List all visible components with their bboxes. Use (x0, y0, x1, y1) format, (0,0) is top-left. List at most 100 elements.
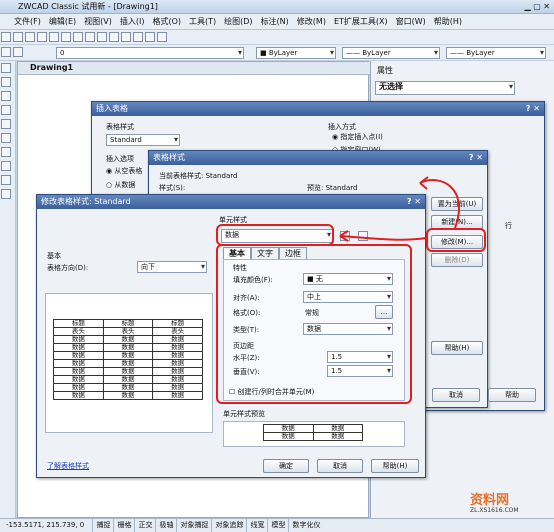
properties-icon[interactable] (145, 32, 155, 42)
status-toggle-2[interactable]: 正交 (134, 519, 155, 532)
cut-icon[interactable] (49, 32, 59, 42)
basic-tab-highlight (216, 244, 412, 404)
insert-options-label: 插入选项 (106, 155, 134, 163)
insert-table-title-bar: 插入表格? ✕ (92, 102, 544, 116)
line-icon[interactable] (1, 63, 11, 73)
insert-help-button[interactable]: 帮助 (488, 388, 536, 402)
row-suffix: 行 (505, 222, 512, 230)
cell-preview-label: 单元样式预览 (223, 410, 265, 418)
cell-preview-cell: 数据 (312, 432, 363, 441)
table-style-select[interactable]: Standard (106, 134, 180, 146)
properties-title: 属性 (377, 66, 393, 75)
hatch-icon[interactable] (1, 161, 11, 171)
lineweight-select[interactable]: —— ByLayer (446, 47, 546, 59)
menu-bar: 文件(F) 编辑(E) 视图(V) 插入(I) 格式(O) 工具(T) 绘图(D) 标注(N)… (0, 14, 554, 30)
text-icon[interactable] (1, 189, 11, 199)
menu-item-2[interactable]: 视图(V) (84, 16, 112, 27)
app-title: ZWCAD Classic 试用新 - [Drawing1] (18, 2, 158, 11)
paste-icon[interactable] (73, 32, 83, 42)
menu-item-0[interactable]: 文件(F) (14, 16, 41, 27)
standard-toolbar (0, 30, 554, 45)
preview-cell: 数据 (53, 391, 104, 400)
status-toggle-4[interactable]: 对象捕捉 (176, 519, 211, 532)
menu-item-1[interactable]: 编辑(E) (49, 16, 76, 27)
method-insert-point[interactable]: ◉ 指定插入点(I) (332, 132, 383, 142)
table-icon[interactable] (1, 175, 11, 185)
direction-label: 表格方向(D): (47, 264, 89, 272)
polyline-icon[interactable] (1, 77, 11, 87)
polygon-icon[interactable] (1, 133, 11, 143)
arc-icon[interactable] (1, 105, 11, 115)
cell-preview-table: 数据 数据 数据 数据 (263, 424, 363, 441)
table-style-help-button[interactable]: 帮助(H) (431, 341, 483, 355)
menu-item-7[interactable]: 标注(N) (261, 16, 289, 27)
copy-icon[interactable] (61, 32, 71, 42)
doc-tab[interactable]: Drawing1 (18, 62, 370, 75)
status-toggle-1[interactable]: 栅格 (113, 519, 134, 532)
app-title-bar: ZWCAD Classic 试用新 - [Drawing1] ▁ ▢ ✕ (0, 0, 554, 14)
cancel-button[interactable]: 取消 (317, 459, 363, 473)
rectangle-icon[interactable] (1, 119, 11, 129)
help-icon[interactable] (157, 32, 167, 42)
menu-item-9[interactable]: ET扩展工具(X) (334, 16, 388, 27)
insert-cancel-button[interactable]: 取消 (432, 388, 480, 402)
status-toggle-0[interactable]: 捕捉 (92, 519, 113, 532)
layer-state-icon[interactable] (13, 47, 23, 57)
styles-label: 样式(S): (159, 184, 186, 192)
zoom-window-icon[interactable] (133, 32, 143, 42)
color-select[interactable]: ■ ByLayer (256, 47, 336, 59)
help-button[interactable]: 帮助(H) (371, 459, 419, 473)
print-icon[interactable] (37, 32, 47, 42)
ok-button[interactable]: 确定 (263, 459, 309, 473)
open-icon[interactable] (13, 32, 23, 42)
save-icon[interactable] (25, 32, 35, 42)
cell-preview-cell: 数据 (263, 432, 314, 441)
annotation-arrows (339, 176, 460, 242)
table-preview: 标题 标题 标题 表头 表头 表头 数据 数据 数据 数据 数据 数据 数据 数据 数据 数据 数据 数据 数据 数据… (53, 319, 203, 400)
zoom-icon[interactable] (121, 32, 131, 42)
pan-icon[interactable] (109, 32, 119, 42)
coordinates: -153.5171, 215.739, 0 (6, 521, 85, 529)
linetype-select[interactable]: —— ByLayer (342, 47, 440, 59)
status-toggle-6[interactable]: 线宽 (246, 519, 267, 532)
menu-item-3[interactable]: 插入(I) (120, 16, 145, 27)
layer-select[interactable]: 0 (56, 47, 244, 59)
new-icon[interactable] (1, 32, 11, 42)
layer-toolbar: 0 ■ ByLayer —— ByLayer —— ByLayer (0, 45, 554, 61)
direction-select[interactable]: 向下 (137, 261, 207, 273)
menu-item-11[interactable]: 帮助(H) (434, 16, 462, 27)
table-style-title-bar: 表格样式? ✕ (149, 151, 487, 165)
option-empty-table[interactable]: ◉ 从空表格 (106, 166, 142, 176)
learn-table-style-link[interactable]: 了解表格样式 (47, 461, 89, 471)
current-style-label: 当前表格样式: Standard (159, 172, 238, 180)
basic-label: 基本 (47, 252, 61, 260)
redo-icon[interactable] (97, 32, 107, 42)
menu-item-10[interactable]: 窗口(W) (396, 16, 426, 27)
draw-toolbar (0, 61, 16, 518)
preview-cell: 数据 (152, 391, 203, 400)
watermark-logo: 资料网 ZL.XS1616.COM (470, 494, 554, 518)
option-from-data[interactable]: ○ 从数据 (106, 180, 135, 190)
table-style-label: 表格样式 (106, 123, 134, 131)
status-toggle-5[interactable]: 对象追踪 (211, 519, 246, 532)
menu-item-5[interactable]: 工具(T) (189, 16, 216, 27)
cell-style-highlight (216, 224, 334, 246)
delete-style-button[interactable]: 删除(D) (431, 253, 483, 267)
window-controls[interactable]: ▁ ▢ ✕ (525, 0, 551, 14)
status-bar: -153.5171, 215.739, 0 捕捉 栅格 正交 极轴 对象捕捉 对象追踪 线宽… (0, 518, 554, 532)
menu-item-6[interactable]: 绘图(D) (224, 16, 252, 27)
undo-icon[interactable] (85, 32, 95, 42)
preview-cell: 数据 (102, 391, 154, 400)
layer-manager-icon[interactable] (1, 47, 11, 57)
menu-item-4[interactable]: 格式(O) (152, 16, 181, 27)
watermark-text: 资料网 (470, 493, 510, 508)
ellipse-icon[interactable] (1, 147, 11, 157)
watermark-url: ZL.XS1616.COM (470, 507, 519, 514)
status-toggle-3[interactable]: 极轴 (155, 519, 176, 532)
status-toggle-7[interactable]: 模型 (267, 519, 288, 532)
selection-select[interactable]: 无选择 (375, 81, 515, 95)
status-toggle-8[interactable]: 数字化仪 (288, 519, 323, 532)
circle-icon[interactable] (1, 91, 11, 101)
insert-method-label: 插入方式 (328, 123, 356, 131)
menu-item-8[interactable]: 修改(M) (297, 16, 326, 27)
